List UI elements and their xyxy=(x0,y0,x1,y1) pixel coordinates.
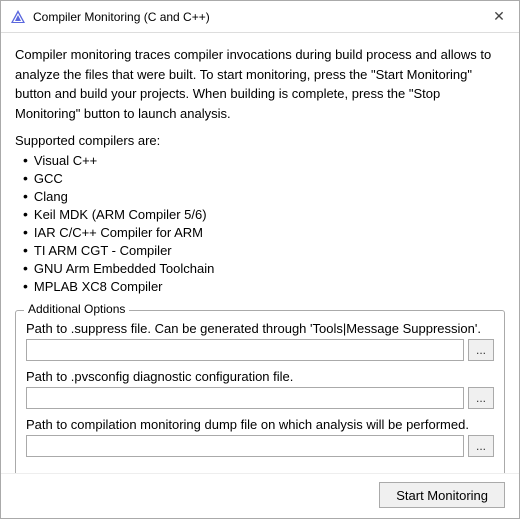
main-window: Compiler Monitoring (C and C++) ✕ Compil… xyxy=(0,0,520,519)
field-row-0: ... xyxy=(26,339,494,361)
field-row-2: ... xyxy=(26,435,494,457)
compiler-list: Visual C++ GCC Clang Keil MDK (ARM Compiler… xyxy=(15,152,505,296)
options-group: Additional Options Path to .suppress fil… xyxy=(15,310,505,473)
field-input-2[interactable] xyxy=(26,435,464,457)
supported-label: Supported compilers are: xyxy=(15,133,505,148)
window-title: Compiler Monitoring (C and C++) xyxy=(33,10,487,24)
browse-button-1[interactable]: ... xyxy=(468,387,494,409)
field-group-2: Path to compilation monitoring dump file… xyxy=(26,417,494,457)
compiler-list-item: Visual C++ xyxy=(23,152,505,168)
content-area: Compiler monitoring traces compiler invo… xyxy=(1,33,519,473)
field-label-2: Path to compilation monitoring dump file… xyxy=(26,417,494,432)
description-text: Compiler monitoring traces compiler invo… xyxy=(15,45,505,123)
compiler-list-item: TI ARM CGT - Compiler xyxy=(23,242,505,258)
compiler-list-item: Clang xyxy=(23,188,505,204)
compiler-list-item: GNU Arm Embedded Toolchain xyxy=(23,260,505,276)
compiler-list-item: IAR C/C++ Compiler for ARM xyxy=(23,224,505,240)
browse-button-0[interactable]: ... xyxy=(468,339,494,361)
options-legend: Additional Options xyxy=(24,302,129,316)
field-input-1[interactable] xyxy=(26,387,464,409)
browse-button-2[interactable]: ... xyxy=(468,435,494,457)
field-group-0: Path to .suppress file. Can be generated… xyxy=(26,321,494,361)
field-label-0: Path to .suppress file. Can be generated… xyxy=(26,321,494,336)
titlebar: Compiler Monitoring (C and C++) ✕ xyxy=(1,1,519,33)
compiler-list-item: Keil MDK (ARM Compiler 5/6) xyxy=(23,206,505,222)
footer: Start Monitoring xyxy=(1,473,519,518)
field-group-1: Path to .pvsconfig diagnostic configurat… xyxy=(26,369,494,409)
field-row-1: ... xyxy=(26,387,494,409)
close-button[interactable]: ✕ xyxy=(487,5,511,29)
fields-container: Path to .suppress file. Can be generated… xyxy=(26,321,494,457)
field-label-1: Path to .pvsconfig diagnostic configurat… xyxy=(26,369,494,384)
start-monitoring-button[interactable]: Start Monitoring xyxy=(379,482,505,508)
compiler-list-item: MPLAB XC8 Compiler xyxy=(23,278,505,294)
app-logo xyxy=(9,8,27,26)
field-input-0[interactable] xyxy=(26,339,464,361)
compiler-list-item: GCC xyxy=(23,170,505,186)
